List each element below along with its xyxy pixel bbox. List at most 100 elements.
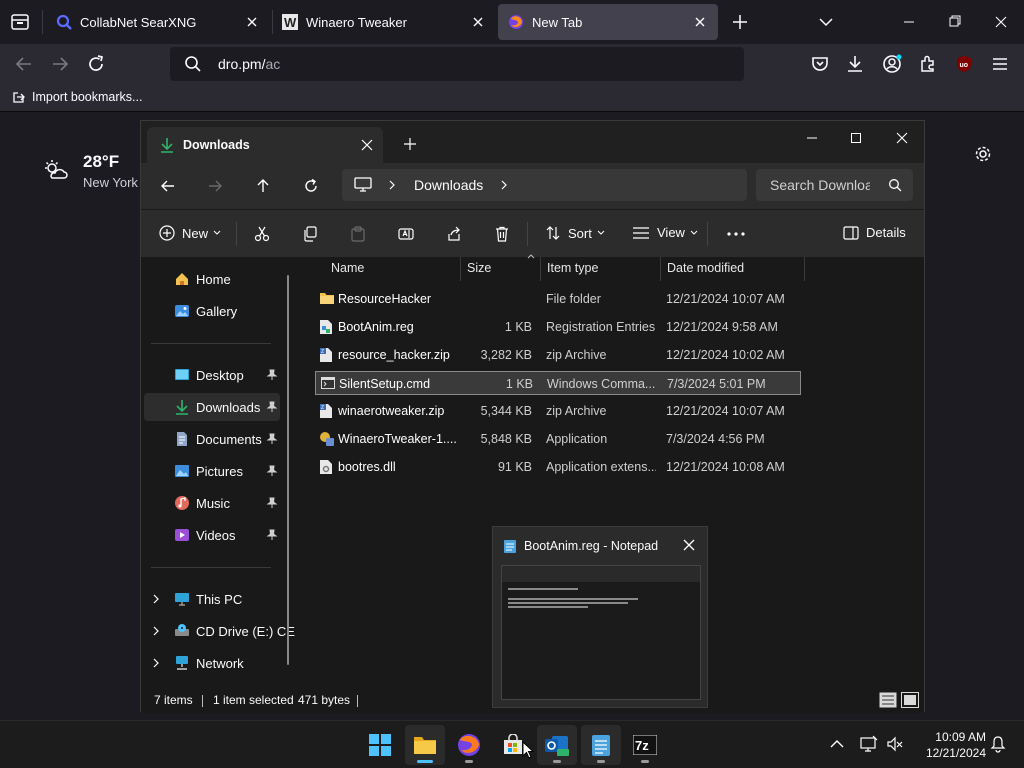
tab-new-tab[interactable]: New Tab (498, 4, 718, 40)
close-tab-icon[interactable] (244, 14, 260, 30)
file-row-winaerotweaker-exe[interactable]: WinaeroTweaker-1.... 5,848 KB Applicatio… (315, 427, 801, 451)
refresh-icon[interactable] (302, 177, 320, 195)
sidebar-item-videos[interactable]: Videos (144, 521, 280, 549)
system-clock[interactable]: 10:09 AM 12/21/2024 (914, 729, 986, 761)
cut-icon[interactable] (254, 226, 270, 242)
reload-icon[interactable] (84, 52, 108, 76)
forward-arrow-icon[interactable] (48, 52, 72, 76)
column-header-date[interactable]: Date modified (667, 261, 744, 275)
chevron-right-icon[interactable] (152, 626, 160, 636)
chevron-right-icon[interactable] (152, 658, 160, 668)
file-row-winaerotweaker-zip[interactable]: Z winaerotweaker.zip 5,344 KB zip Archiv… (315, 399, 801, 423)
sidebar-item-music[interactable]: Music (144, 489, 280, 517)
maximize-icon[interactable] (847, 129, 865, 147)
taskbar-7zip[interactable]: 7z (625, 725, 665, 765)
restore-button[interactable] (932, 6, 978, 38)
search-input[interactable]: Search Downloads (756, 169, 913, 201)
tab-winaero[interactable]: W Winaero Tweaker (272, 4, 496, 40)
close-tab-icon[interactable] (361, 139, 373, 151)
volume-muted-icon[interactable] (886, 735, 904, 753)
close-icon[interactable] (893, 129, 911, 147)
chevron-up-icon[interactable] (830, 739, 844, 749)
column-divider[interactable] (660, 257, 661, 281)
column-header-name[interactable]: Name (331, 261, 364, 275)
close-window-button[interactable] (978, 6, 1024, 38)
pin-icon[interactable] (266, 433, 278, 445)
list-all-tabs-icon[interactable] (816, 12, 836, 32)
file-row-resource-hacker-zip[interactable]: Z resource_hacker.zip 3,282 KB zip Archi… (315, 343, 801, 367)
taskbar-firefox[interactable] (449, 725, 489, 765)
account-icon[interactable] (880, 52, 904, 76)
hamburger-menu-icon[interactable] (988, 52, 1012, 76)
sidebar-item-this-pc[interactable]: This PC (144, 585, 280, 613)
sort-button[interactable]: Sort (545, 225, 612, 241)
pin-icon[interactable] (266, 529, 278, 541)
file-row-resourcehacker[interactable]: ResourceHacker File folder 12/21/2024 10… (315, 287, 801, 311)
column-header-type[interactable]: Item type (547, 261, 598, 275)
close-tab-icon[interactable] (692, 14, 708, 30)
new-tab-plus-icon[interactable] (730, 12, 750, 32)
pin-icon[interactable] (266, 465, 278, 477)
start-button[interactable] (360, 725, 400, 765)
explorer-tab-downloads[interactable]: Downloads (147, 127, 383, 163)
chevron-right-icon[interactable] (500, 180, 508, 190)
share-icon[interactable] (446, 226, 462, 242)
details-view-icon[interactable] (879, 692, 897, 708)
sidebar-scrollbar[interactable] (287, 275, 289, 665)
ublock-origin-icon[interactable]: uo (952, 52, 976, 76)
copy-icon[interactable] (302, 226, 318, 242)
file-row-bootanim-reg[interactable]: BootAnim.reg 1 KB Registration Entries 1… (315, 315, 801, 339)
pin-icon[interactable] (266, 497, 278, 509)
minimize-icon[interactable] (803, 129, 821, 147)
downloads-icon[interactable] (843, 52, 867, 76)
breadcrumb-downloads[interactable]: Downloads (414, 177, 483, 193)
tab-searxng[interactable]: CollabNet SearXNG (46, 4, 270, 40)
add-tab-icon[interactable] (403, 137, 417, 151)
notepad-thumbnail-preview[interactable]: BootAnim.reg - Notepad (492, 526, 708, 708)
close-icon[interactable] (683, 539, 695, 551)
column-divider[interactable] (804, 257, 805, 281)
back-arrow-icon[interactable] (159, 177, 177, 195)
view-button[interactable]: View (632, 225, 705, 240)
sidebar-item-desktop[interactable]: Desktop (144, 361, 280, 389)
import-bookmarks-item[interactable]: Import bookmarks... (12, 90, 142, 104)
sidebar-item-cd-drive[interactable]: CD Drive (E:) CE (144, 617, 295, 645)
rename-icon[interactable] (398, 226, 414, 242)
back-arrow-icon[interactable] (12, 52, 36, 76)
breadcrumb[interactable]: Downloads (342, 169, 747, 201)
file-row-bootres-dll[interactable]: bootres.dll 91 KB Application extens... … (315, 455, 801, 479)
details-pane-button[interactable]: Details (843, 225, 906, 240)
extensions-icon[interactable] (916, 52, 940, 76)
sidebar-item-documents[interactable]: Documents (144, 425, 280, 453)
pin-icon[interactable] (266, 369, 278, 381)
column-divider[interactable] (540, 257, 541, 281)
more-options-icon[interactable] (727, 232, 745, 236)
notification-bell-icon[interactable] (990, 735, 1006, 753)
chevron-right-icon[interactable] (388, 180, 396, 190)
new-button[interactable]: New (159, 225, 228, 241)
paste-icon[interactable] (350, 226, 366, 242)
taskbar-notepad[interactable] (581, 725, 621, 765)
minimize-button[interactable] (886, 6, 932, 38)
address-bar[interactable]: dro.pm/ac (170, 47, 744, 81)
pocket-icon[interactable] (808, 52, 832, 76)
pin-icon[interactable] (266, 401, 278, 413)
sidebar-item-network[interactable]: Network (144, 649, 280, 677)
delete-icon[interactable] (494, 226, 510, 242)
tiles-view-icon[interactable] (901, 692, 919, 708)
gear-icon[interactable] (974, 145, 992, 163)
up-arrow-icon[interactable] (254, 177, 272, 195)
sidebar-item-gallery[interactable]: Gallery (144, 297, 280, 325)
taskbar-file-explorer[interactable] (405, 725, 445, 765)
close-tab-icon[interactable] (470, 14, 486, 30)
network-status-icon[interactable] (860, 735, 878, 753)
chevron-right-icon[interactable] (152, 594, 160, 604)
sidebar-item-pictures[interactable]: Pictures (144, 457, 280, 485)
forward-arrow-icon[interactable] (206, 177, 224, 195)
column-divider[interactable] (460, 257, 461, 281)
file-row-silentsetup-cmd[interactable]: SilentSetup.cmd 1 KB Windows Comma... 7/… (315, 371, 801, 395)
column-header-size[interactable]: Size (467, 261, 491, 275)
sidebar-item-home[interactable]: Home (144, 265, 280, 293)
taskbar-outlook[interactable] (537, 725, 577, 765)
sidebar-item-downloads[interactable]: Downloads (144, 393, 280, 421)
